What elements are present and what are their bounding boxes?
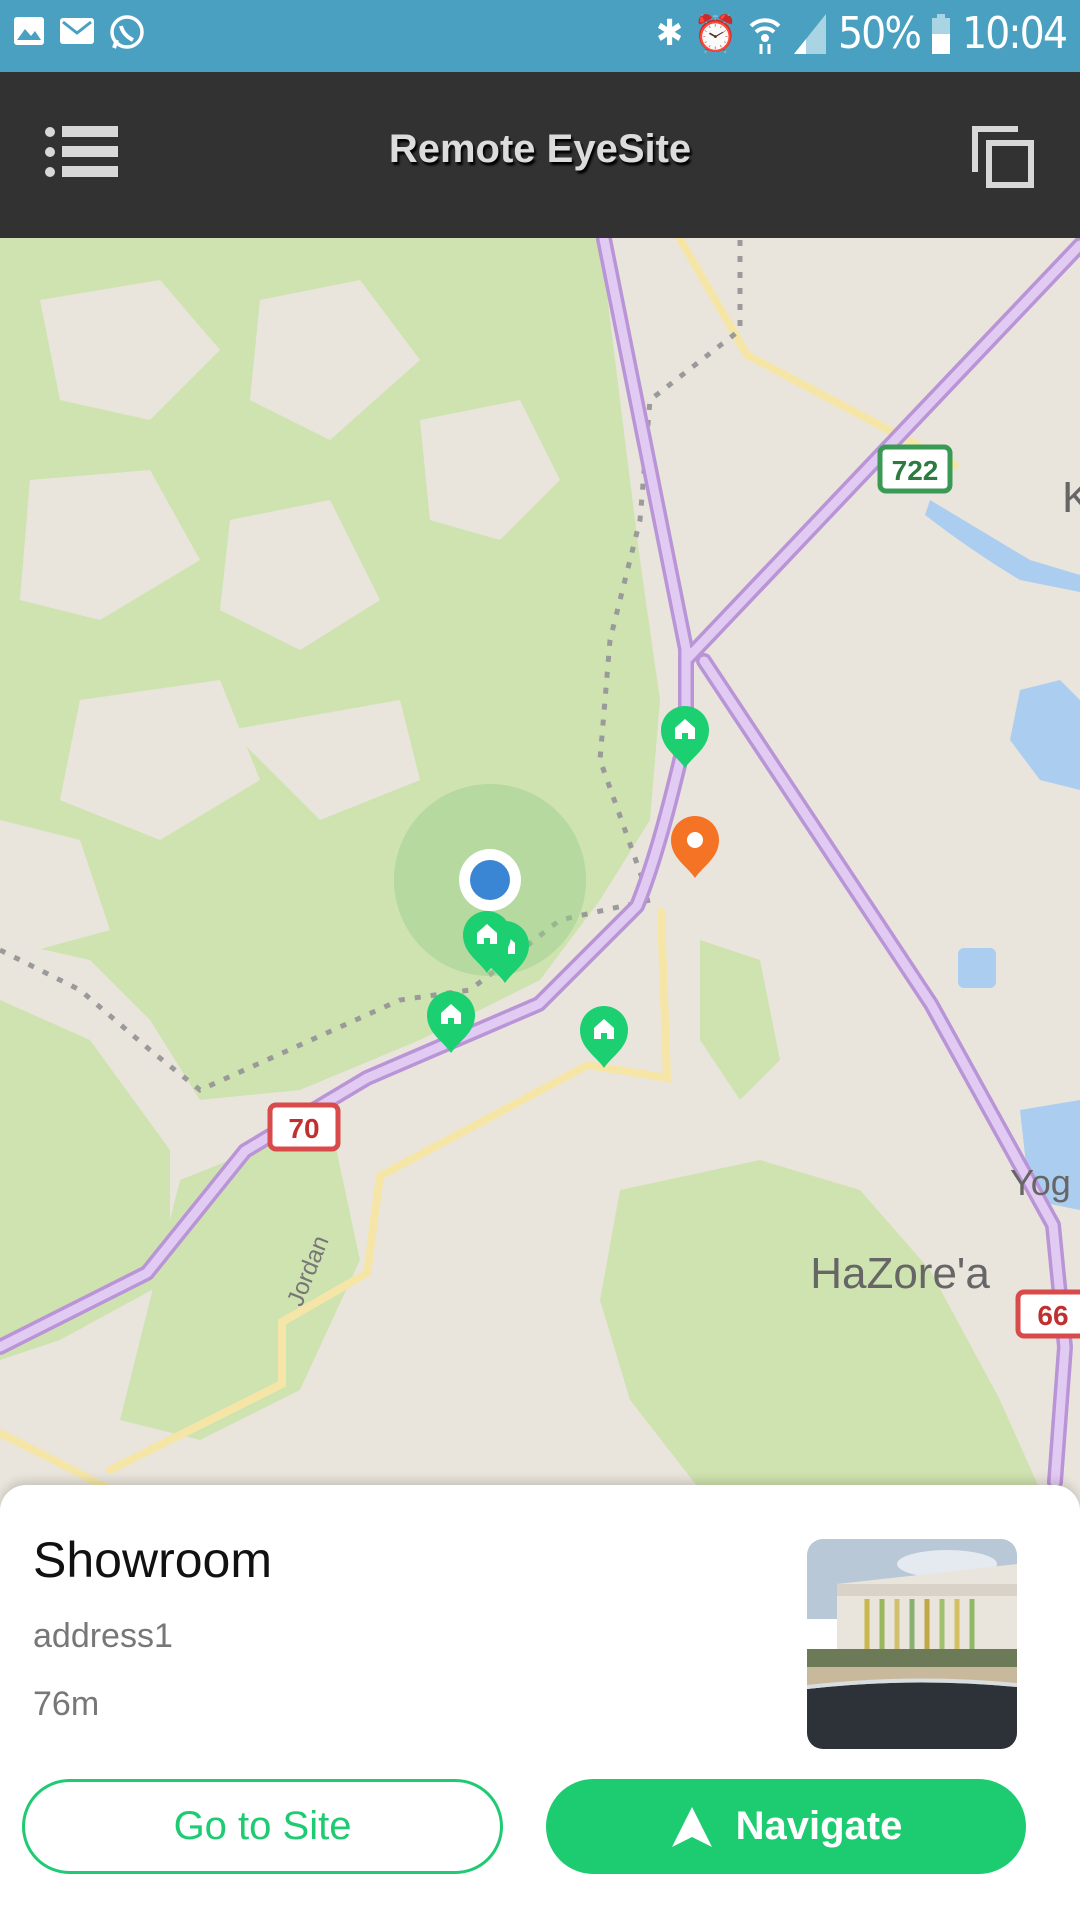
site-name: Showroom <box>33 1532 272 1588</box>
go-to-site-button[interactable]: Go to Site <box>22 1779 503 1874</box>
windows-icon[interactable] <box>972 126 1034 188</box>
route-shield-722: 722 <box>877 444 953 494</box>
status-bar: ✱ ⏰ 50% 10:04 <box>0 0 1080 72</box>
go-to-site-label: Go to Site <box>173 1804 352 1848</box>
app-toolbar: Remote EyeSite <box>0 72 1080 238</box>
route-shield-66: 66 <box>1015 1289 1080 1339</box>
image-icon <box>14 17 44 45</box>
site-info-card: Showroom address1 76m Go to Site Navigat… <box>0 1485 1080 1920</box>
partial-label-right: Yog <box>1010 1162 1071 1203</box>
bluetooth-icon: ✱ <box>655 13 683 54</box>
page-title: Remote EyeSite <box>388 127 692 171</box>
clock: 10:04 <box>961 8 1068 59</box>
svg-text:722: 722 <box>892 455 939 486</box>
site-distance: 76m <box>33 1685 100 1723</box>
wifi-icon <box>749 17 781 54</box>
alarm-icon: ⏰ <box>693 13 738 55</box>
partial-label-top: K <box>1062 473 1080 522</box>
whatsapp-icon <box>110 15 144 49</box>
svg-text:66: 66 <box>1037 1300 1068 1331</box>
town-label: HaZore'a <box>810 1249 990 1298</box>
email-icon <box>60 18 94 44</box>
navigate-button[interactable]: Navigate <box>546 1779 1026 1874</box>
navigation-arrow-icon <box>671 1806 712 1847</box>
map-view[interactable]: 722 70 66 HaZore'a Jordan Yog K <box>0 238 1080 1518</box>
battery-percent: 50% <box>837 8 922 59</box>
current-location-dot <box>459 849 521 911</box>
navigate-label: Navigate <box>735 1804 903 1848</box>
battery-icon <box>931 13 950 54</box>
site-address: address1 <box>33 1617 173 1655</box>
signal-icon <box>793 13 826 54</box>
svg-text:70: 70 <box>288 1113 319 1144</box>
route-shield-70: 70 <box>267 1102 341 1152</box>
site-photo[interactable] <box>807 1539 1017 1749</box>
